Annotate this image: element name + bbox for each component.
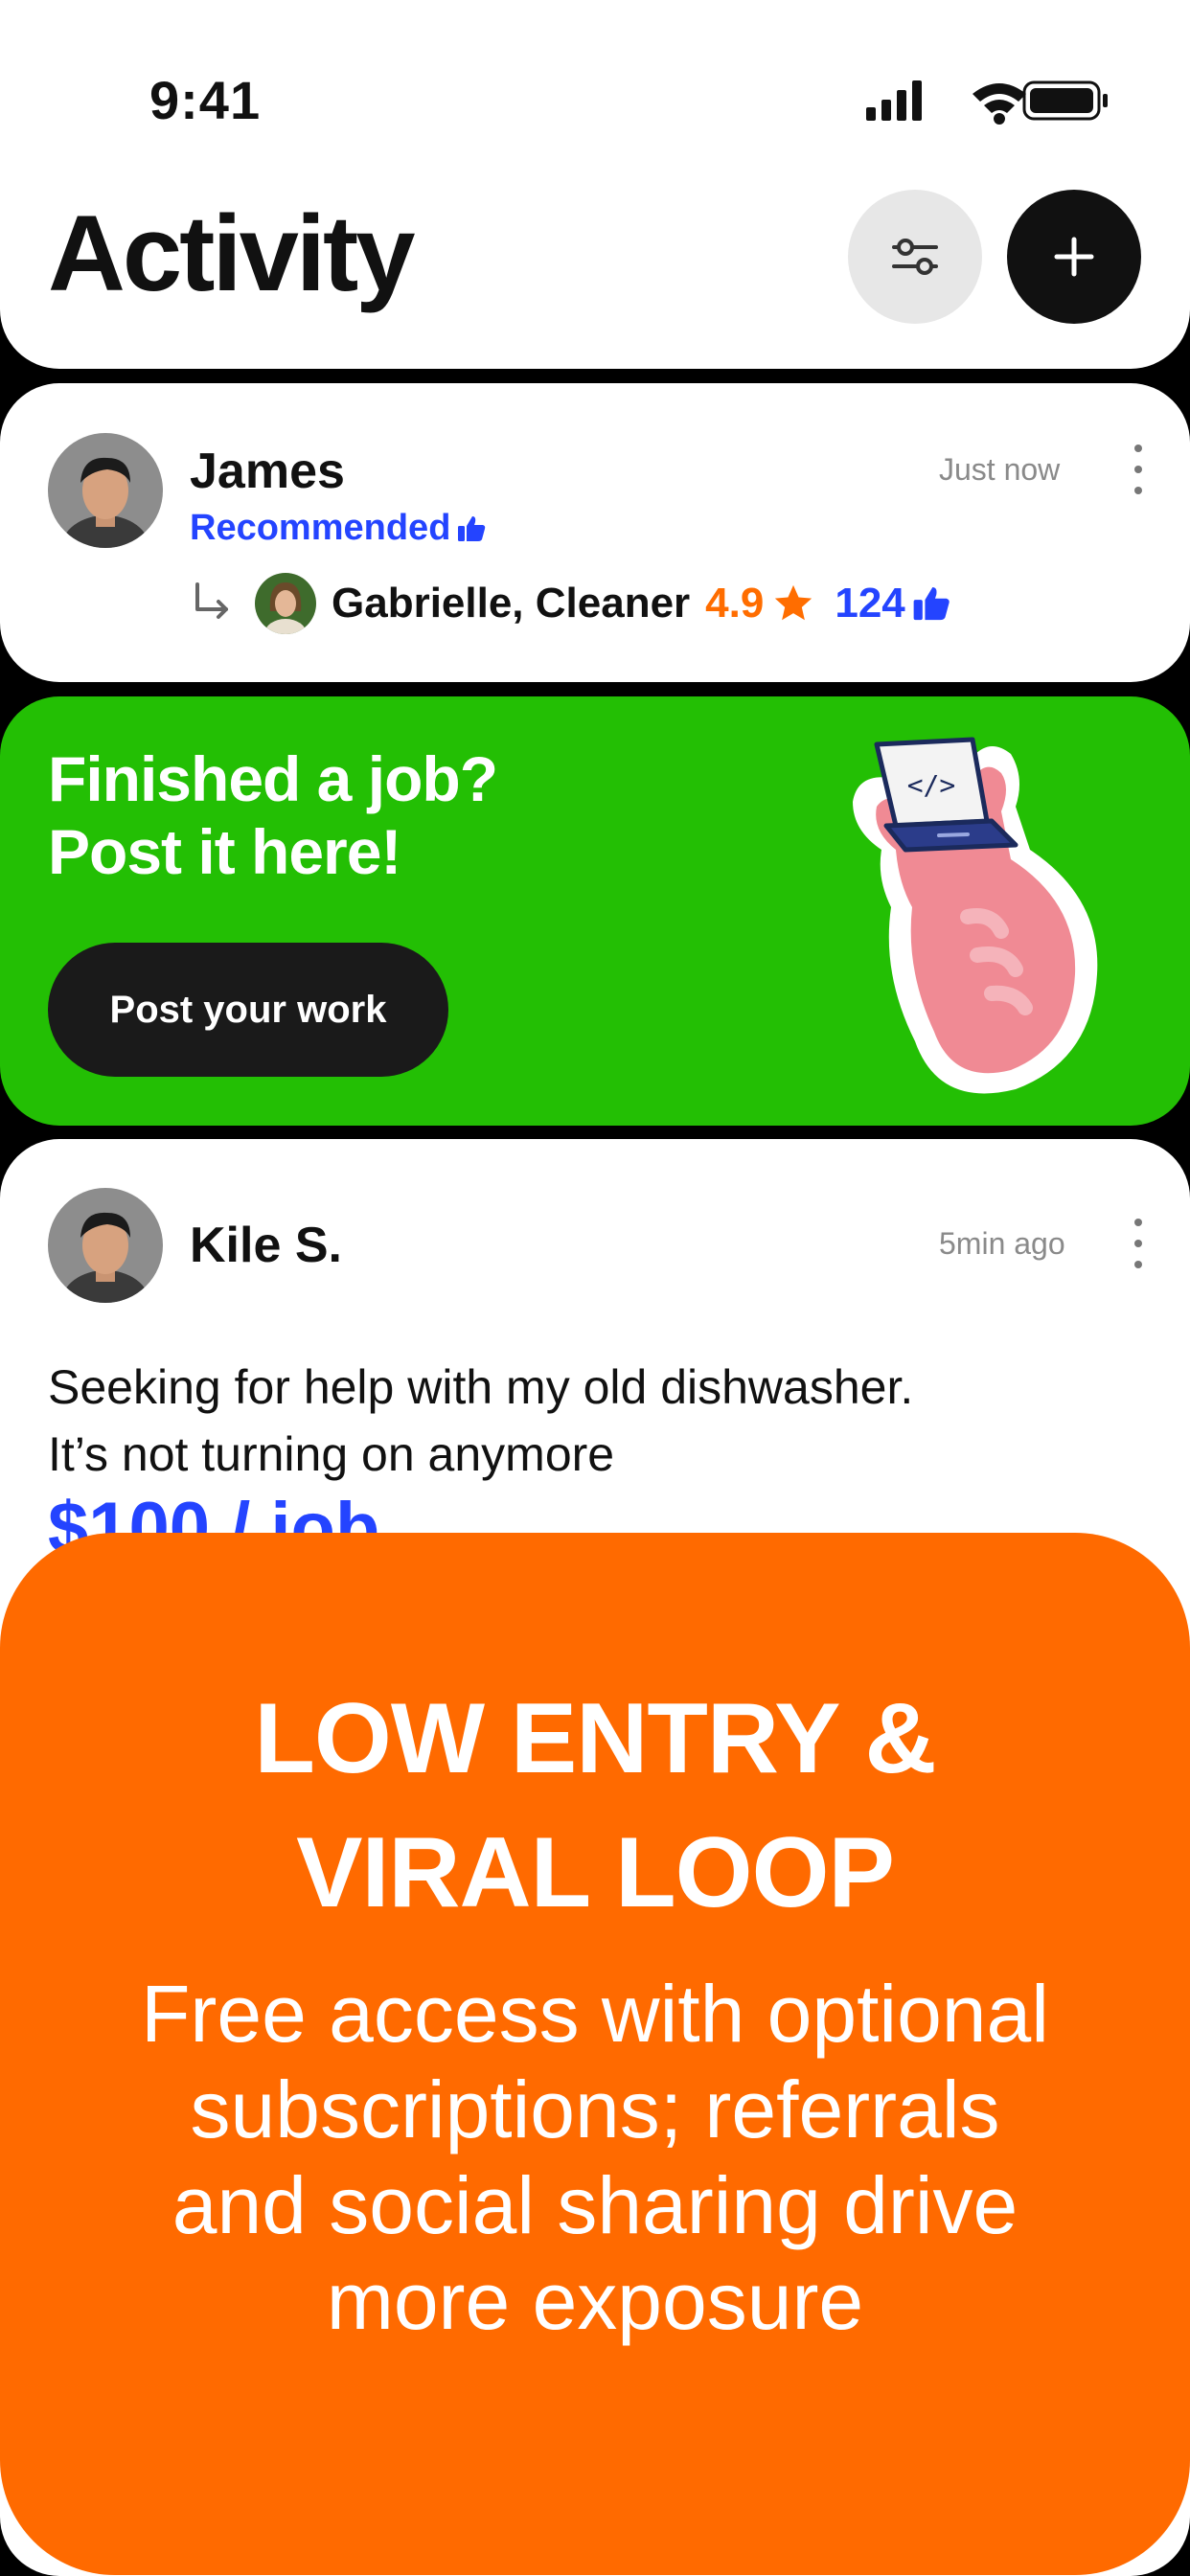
add-button[interactable] — [1007, 190, 1141, 324]
overlay-body-line3: and social sharing drive — [172, 2160, 1018, 2250]
promo-title-line2: Post it here! — [48, 816, 401, 887]
recommended-worker[interactable]: Gabrielle, Cleaner 4.9 124 — [190, 573, 951, 634]
wifi-icon — [973, 83, 1026, 125]
user-name[interactable]: Kile S. — [190, 1217, 342, 1274]
recommended-text: Recommended — [190, 508, 451, 548]
recommendation-card[interactable] — [0, 383, 1190, 682]
overlay-body-line4: more exposure — [326, 2256, 864, 2346]
promo-banner: Finished a job? Post it here! Post your … — [0, 696, 1190, 1126]
post-text: Seeking for help with my old dishwasher.… — [48, 1354, 1006, 1488]
avatar-gabrielle[interactable] — [255, 573, 316, 634]
page-title: Activity — [48, 194, 416, 313]
thumbs-up-icon — [458, 515, 486, 541]
post-text-line2: It’s not turning on anymore — [48, 1427, 615, 1481]
status-time: 9:41 — [149, 70, 262, 130]
post-your-work-button[interactable]: Post your work — [48, 943, 448, 1077]
signal-icon — [866, 80, 922, 121]
worker-name: Gabrielle, Cleaner — [332, 580, 691, 627]
promo-title: Finished a job? Post it here! — [48, 742, 680, 888]
filter-icon — [892, 239, 938, 275]
post-time: Just now — [939, 452, 1061, 487]
more-vertical-icon[interactable] — [1129, 441, 1148, 498]
overlay-body: Free access with optional subscriptions;… — [57, 1966, 1133, 2349]
user-name[interactable]: James — [190, 443, 345, 500]
thumbs-up-icon — [913, 586, 950, 621]
worker-rating: 4.9 — [705, 580, 765, 627]
overlay-title-line2: VIRAL LOOP — [296, 1817, 895, 1928]
overlay-title-line1: LOW ENTRY & — [254, 1683, 936, 1794]
avatar-james[interactable] — [48, 433, 163, 548]
reply-arrow-icon — [195, 582, 228, 619]
post-time: 5min ago — [939, 1226, 1065, 1261]
svg-text:</>: </> — [907, 769, 956, 801]
recommended-label: Recommended — [190, 508, 487, 549]
post-text-line1: Seeking for help with my old dishwasher. — [48, 1360, 914, 1414]
star-icon — [775, 584, 812, 621]
laptop-hand-illustration: </> — [853, 737, 1098, 1094]
plus-icon — [1054, 237, 1094, 277]
promo-title-line1: Finished a job? — [48, 743, 498, 814]
overlay-body-line2: subscriptions; referrals — [190, 2064, 1000, 2154]
overlay-title: LOW ENTRY & VIRAL LOOP — [57, 1672, 1133, 1940]
filter-button[interactable] — [848, 190, 982, 324]
status-icons — [866, 80, 1108, 125]
worker-likes: 124 — [835, 580, 905, 627]
battery-icon — [1022, 80, 1108, 121]
more-vertical-icon[interactable] — [1129, 1215, 1148, 1272]
avatar-kile[interactable] — [48, 1188, 163, 1303]
overlay-body-line1: Free access with optional — [141, 1969, 1049, 2059]
